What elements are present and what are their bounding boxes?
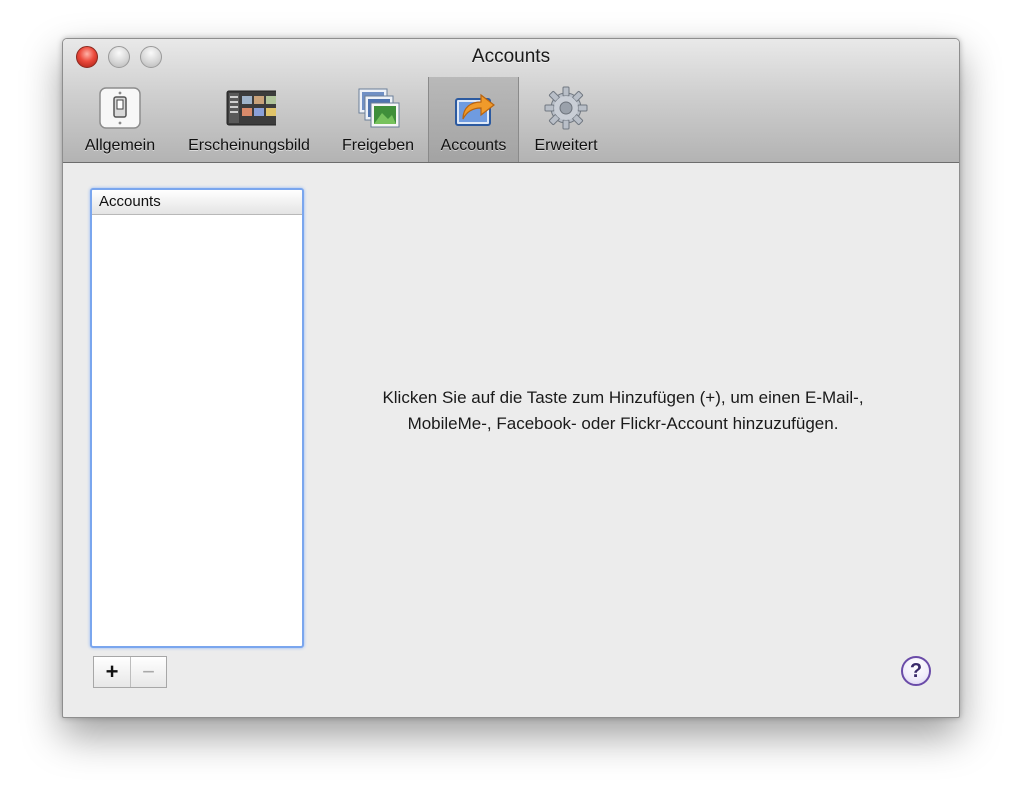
help-button[interactable]: ? — [901, 656, 931, 686]
list-button-bar: + − — [93, 656, 167, 688]
title-bar: Accounts Allgemein Erscheinungsbild Frei… — [63, 39, 959, 163]
toolbar-label: Allgemein — [84, 137, 156, 154]
remove-account-button[interactable]: − — [130, 657, 166, 687]
toolbar-label: Freigeben — [341, 137, 415, 154]
toolbar-item-erscheinungsbild[interactable]: Erscheinungsbild — [174, 77, 324, 162]
add-account-button[interactable]: + — [94, 657, 130, 687]
hint-line-2: MobileMe-, Facebook- oder Flickr-Account… — [407, 414, 839, 433]
light-switch-icon — [99, 87, 141, 129]
toolbar-item-allgemein[interactable]: Allgemein — [71, 77, 169, 162]
accounts-list-header[interactable]: Accounts — [92, 190, 302, 215]
toolbar-item-accounts[interactable]: Accounts — [428, 77, 519, 162]
preferences-window: Accounts Allgemein Erscheinungsbild Frei… — [62, 38, 960, 718]
stacked-photos-icon — [358, 88, 400, 128]
toolbar-label: Erweitert — [534, 137, 598, 154]
toolbar-label: Erscheinungsbild — [188, 137, 310, 154]
hint-line-1: Klicken Sie auf die Taste zum Hinzufügen… — [382, 388, 864, 407]
share-arrow-icon — [454, 93, 495, 126]
appearance-panel-icon — [226, 90, 276, 126]
toolbar-label: Accounts — [440, 137, 507, 154]
empty-state-message: Klicken Sie auf die Taste zum Hinzufügen… — [323, 385, 923, 437]
toolbar-item-freigeben[interactable]: Freigeben — [331, 77, 425, 162]
gear-icon — [544, 86, 588, 130]
window-title: Accounts — [471, 46, 551, 67]
toolbar-item-erweitert[interactable]: Erweitert — [521, 77, 611, 162]
accounts-list[interactable]: Accounts — [90, 188, 304, 648]
